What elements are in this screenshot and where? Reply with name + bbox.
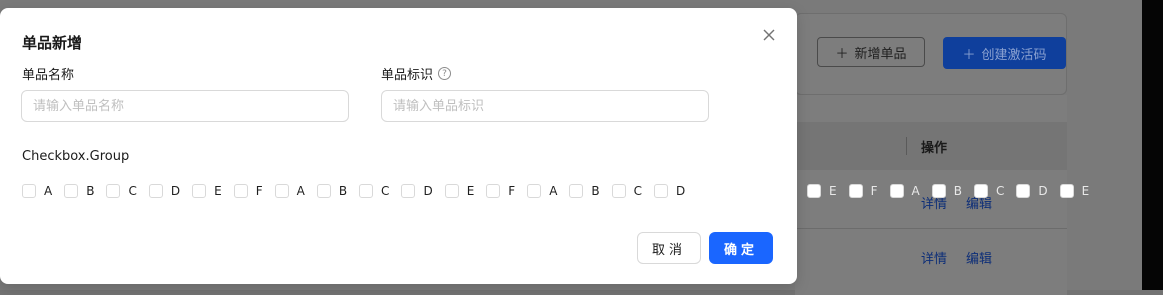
checkbox-square[interactable] [569,184,584,198]
checkbox-option[interactable]: A [527,184,569,198]
checkbox-option[interactable]: E [444,184,487,198]
checkbox-option[interactable]: B [316,184,359,198]
checkbox-square[interactable] [359,184,374,198]
checkbox-square[interactable] [848,184,863,198]
checkbox-option[interactable]: D [401,184,444,198]
checkbox-label: B [953,184,962,198]
checkbox-square[interactable] [106,184,121,198]
checkbox-label: A [44,184,53,198]
checkbox-square[interactable] [486,184,501,198]
checkbox-label: B [86,184,95,198]
checkbox-option[interactable]: C [973,184,1016,198]
checkbox-option[interactable]: B [64,184,106,198]
checkbox-square[interactable] [973,184,988,198]
checkbox-square[interactable] [274,184,289,198]
modal-title: 单品新增 [22,34,83,52]
checkbox-square[interactable] [22,184,36,198]
checkbox-option[interactable]: B [931,184,974,198]
checkbox-option[interactable]: F [486,184,527,198]
checkbox-label: C [128,184,137,198]
add-item-modal: 单品新增 单品名称 单品标识 ? Checkbox.Group A B C D E F A B… [0,8,797,284]
checkbox-group-label: Checkbox.Group [22,149,130,164]
checkbox-square[interactable] [611,184,626,198]
checkbox-square[interactable] [233,184,248,198]
plus-icon: ＋ [962,47,976,63]
add-item-label: 新增单品 [854,46,907,62]
table-row-divider [795,228,1067,229]
checkbox-square[interactable] [807,184,821,198]
confirm-button[interactable]: 确定 [709,232,773,264]
checkbox-option[interactable]: A [274,184,317,198]
checkbox-label: F [870,184,878,198]
checkbox-square[interactable] [401,184,416,198]
checkbox-label: B [338,184,348,198]
name-field-label: 单品名称 [22,64,74,83]
checkbox-square[interactable] [192,184,207,198]
checkbox-square[interactable] [889,184,904,198]
checkbox-option[interactable]: E [807,184,849,198]
checkbox-label: D [170,184,181,198]
checkbox-label: A [549,184,558,198]
checkbox-square[interactable] [1016,184,1031,198]
checkbox-square[interactable] [148,184,163,198]
help-question-icon[interactable]: ? [438,67,452,80]
checkbox-square[interactable] [654,184,669,198]
checkbox-label: F [255,184,263,198]
checkbox-square[interactable] [444,184,459,198]
checkbox-label: D [1038,184,1048,198]
item-name-input[interactable] [21,90,349,122]
checkbox-option[interactable]: A [22,184,64,198]
checkbox-option[interactable]: D [654,184,697,198]
checkbox-label: D [423,184,433,198]
checkbox-option[interactable]: F [233,184,275,198]
checkbox-square[interactable] [64,184,79,198]
create-code-label: 创建激活码 [981,47,1047,63]
checkbox-label: B [591,184,600,198]
row-edit-link[interactable]: 编辑 [966,248,992,267]
checkbox-label: E [466,184,475,198]
checkbox-option[interactable]: A [889,184,932,198]
checkbox-label: F [508,184,516,198]
checkbox-option[interactable]: B [569,184,611,198]
item-id-input[interactable] [381,90,709,122]
checkbox-option[interactable]: E [1059,184,1102,198]
checkbox-label: E [829,184,837,198]
checkbox-option[interactable]: F [848,184,890,198]
id-label-text: 单品标识 [381,68,434,83]
id-field-label: 单品标识 ? [381,64,452,83]
checkbox-square[interactable] [1059,184,1074,198]
checkbox-label: E [1081,184,1090,198]
checkbox-square[interactable] [316,184,331,198]
checkbox-option[interactable]: D [148,184,192,198]
checkbox-option[interactable]: C [359,184,401,198]
checkbox-group-overflow: EFABCDE [807,184,1101,198]
table-header-action: 操作 [921,141,948,156]
checkbox-label: C [381,184,390,198]
name-label-text: 单品名称 [22,68,75,83]
checkbox-label: D [676,184,686,198]
checkbox-option[interactable]: E [192,184,234,198]
cancel-button[interactable]: 取消 [637,232,701,264]
checkbox-option[interactable]: C [611,184,654,198]
checkbox-square[interactable] [527,184,542,198]
add-item-button[interactable]: ＋ 新增单品 [817,37,925,67]
checkbox-label: C [995,184,1005,198]
checkbox-label: E [214,184,222,198]
close-icon[interactable] [760,26,778,44]
checkbox-square[interactable] [931,184,946,198]
row-detail-link[interactable]: 详情 [921,248,947,267]
checkbox-group: ABCDEFABCDEFABCD [22,184,697,198]
right-edge-panel [1142,0,1163,290]
checkbox-label: A [296,184,305,198]
checkbox-option[interactable]: D [1016,184,1059,198]
checkbox-label: C [633,184,643,198]
checkbox-option[interactable]: C [106,184,148,198]
checkbox-label: A [911,184,920,198]
create-activation-code-button[interactable]: ＋ 创建激活码 [943,37,1066,69]
column-divider [906,137,907,155]
plus-icon: ＋ [835,46,849,62]
